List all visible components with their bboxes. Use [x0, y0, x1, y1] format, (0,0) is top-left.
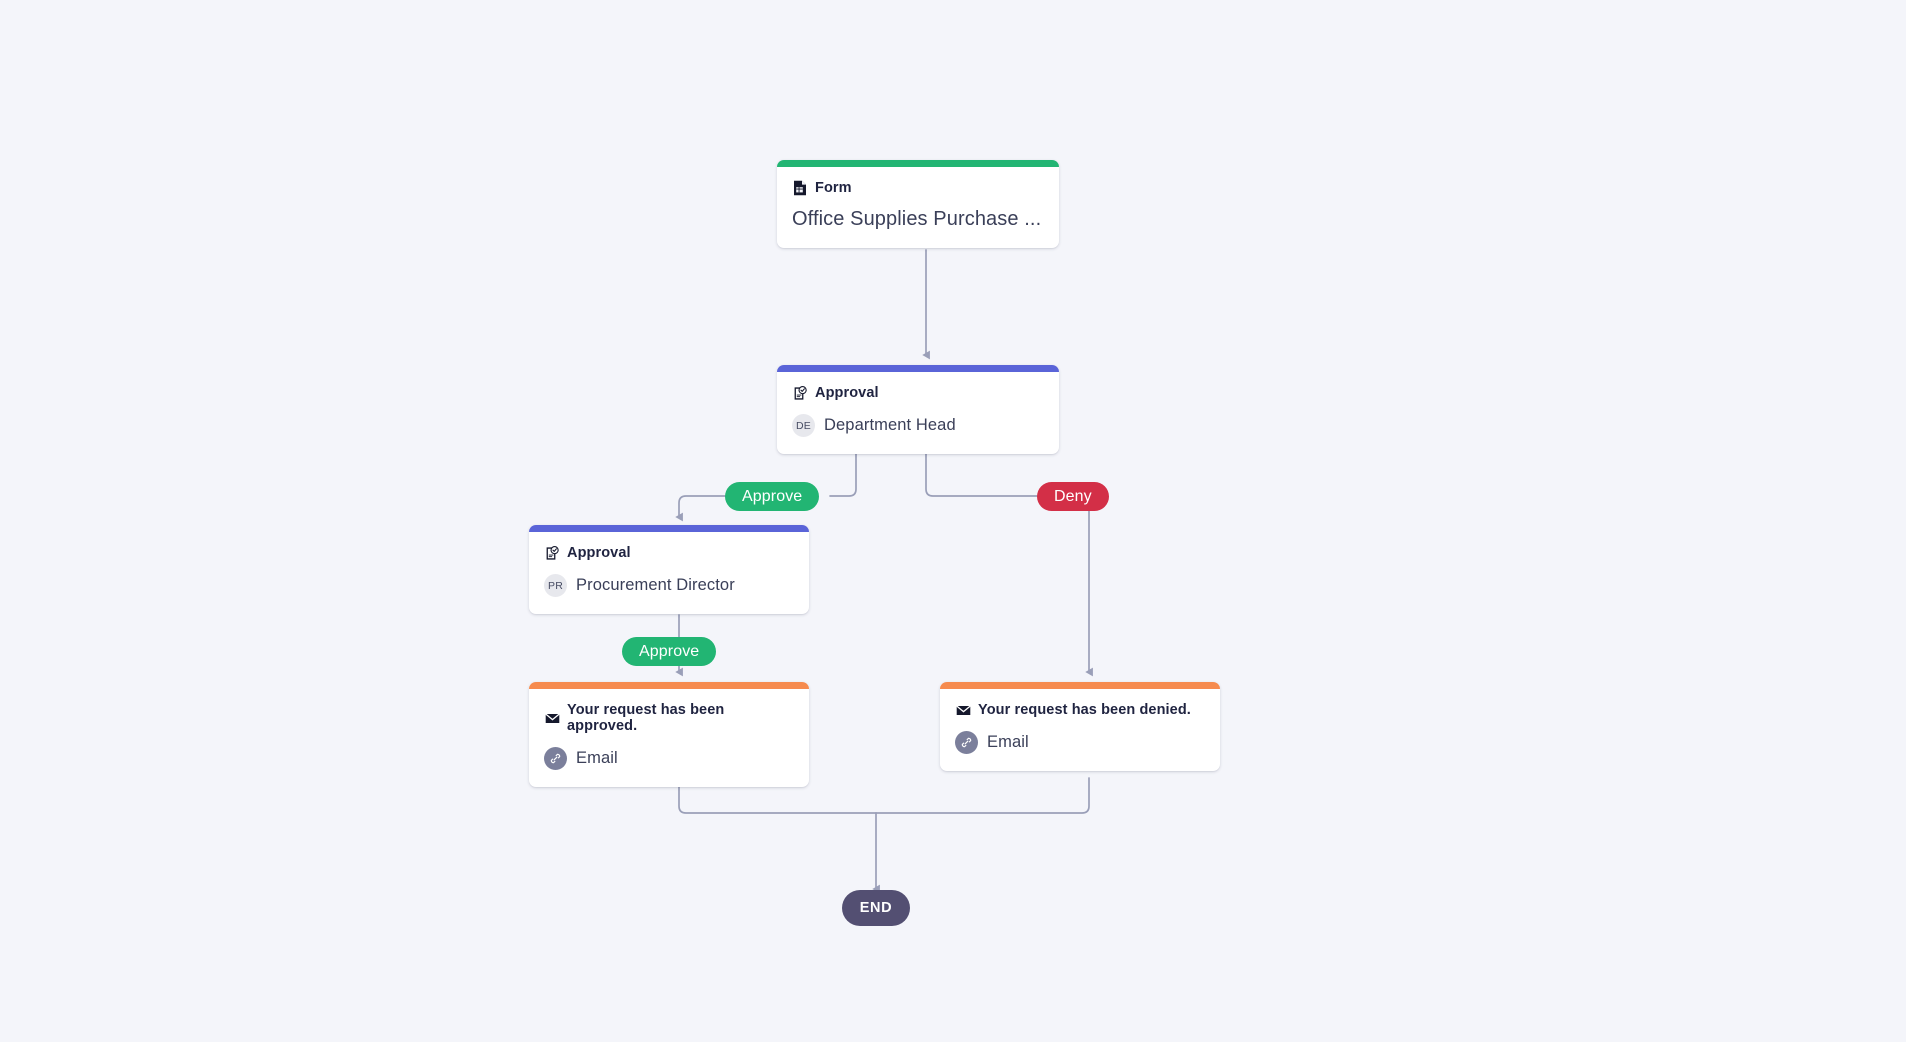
workflow-canvas[interactable]: Form Office Supplies Purchase ... Approv… [0, 0, 1906, 1042]
node-approval-procurement-director-accent-bar [529, 525, 809, 532]
node-email-approved-channel-row: Email [544, 747, 794, 770]
node-approval-department-head-type-label: Approval [815, 385, 879, 401]
node-form[interactable]: Form Office Supplies Purchase ... [777, 160, 1059, 248]
node-email-denied-channel: Email [987, 733, 1029, 751]
node-form-accent-bar [777, 160, 1059, 167]
clipboard-check-icon [792, 385, 808, 401]
node-email-denied-channel-row: Email [955, 731, 1205, 754]
node-email-approved-channel: Email [576, 749, 618, 767]
node-email-denied-header: Your request has been denied. [955, 702, 1205, 718]
document-icon [792, 180, 808, 196]
edge-approval-to-approve-pill [829, 452, 857, 497]
node-approval-department-head-accent-bar [777, 365, 1059, 372]
node-email-approved-accent-bar [529, 682, 809, 689]
node-email-denied[interactable]: Your request has been denied. Email [940, 682, 1220, 771]
node-approval-procurement-director-assignee: Procurement Director [576, 576, 735, 594]
node-form-type-label: Form [815, 180, 852, 196]
clipboard-check-icon [544, 545, 560, 561]
branch-pill-approve-first[interactable]: Approve [725, 482, 820, 511]
node-approval-department-head-header: Approval [792, 385, 1044, 401]
node-approval-procurement-director-header: Approval [544, 545, 794, 561]
node-form-header: Form [792, 180, 1044, 196]
node-email-approved-header: Your request has been approved. [544, 702, 794, 734]
avatar: PR [544, 574, 567, 597]
node-approval-department-head-assignee-row: DE Department Head [792, 414, 1044, 437]
envelope-icon [544, 710, 560, 726]
node-approval-procurement-director-assignee-row: PR Procurement Director [544, 574, 794, 597]
branch-pill-deny[interactable]: Deny [1037, 482, 1109, 511]
node-approval-department-head-assignee: Department Head [824, 416, 956, 434]
node-email-denied-accent-bar [940, 682, 1220, 689]
node-approval-procurement-director-type-label: Approval [567, 545, 631, 561]
edge-approve-pill-to-second-approval [675, 495, 726, 522]
node-email-approved[interactable]: Your request has been approved. Email [529, 682, 809, 787]
branch-pill-approve-second-label: Approve [639, 642, 700, 660]
node-form-title: Office Supplies Purchase ... [792, 208, 1042, 230]
branch-pill-approve-first-label: Approve [742, 487, 803, 505]
node-approval-procurement-director[interactable]: Approval PR Procurement Director [529, 525, 809, 614]
node-approval-department-head[interactable]: Approval DE Department Head [777, 365, 1059, 454]
node-end-label: END [859, 900, 893, 916]
node-email-denied-subject: Your request has been denied. [978, 702, 1191, 718]
edge-approval-to-deny-pill [925, 452, 1038, 497]
link-icon [544, 747, 567, 770]
node-end[interactable]: END [842, 890, 910, 926]
branch-pill-deny-label: Deny [1054, 487, 1092, 505]
edge-email-denied-to-merge [875, 777, 1090, 814]
connector-layer [675, 249, 1093, 894]
link-icon [955, 731, 978, 754]
avatar: DE [792, 414, 815, 437]
branch-pill-approve-second[interactable]: Approve [622, 637, 717, 666]
envelope-icon [955, 702, 971, 718]
node-email-approved-subject: Your request has been approved. [567, 702, 725, 734]
